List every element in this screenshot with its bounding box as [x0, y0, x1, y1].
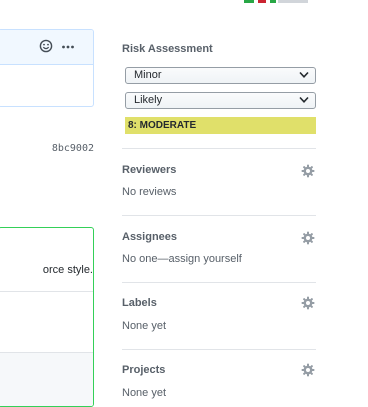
impact-select[interactable]: Minor	[125, 67, 316, 84]
gear-icon[interactable]	[301, 231, 315, 245]
chevron-down-icon	[299, 96, 309, 103]
divider	[122, 148, 316, 149]
likelihood-select-value: Likely	[134, 94, 163, 106]
gear-icon[interactable]	[301, 363, 315, 377]
comment-box	[0, 29, 94, 107]
labels-title[interactable]: Labels	[122, 297, 316, 309]
merge-box-text: orce style.	[42, 264, 93, 276]
emoji-reaction-icon[interactable]	[39, 39, 53, 53]
assignees-title[interactable]: Assignees	[122, 231, 316, 243]
gear-icon[interactable]	[301, 296, 315, 310]
reviewers-title[interactable]: Reviewers	[122, 164, 316, 176]
gear-icon[interactable]	[301, 164, 315, 178]
likelihood-select[interactable]: Likely	[125, 92, 316, 109]
risk-level-badge: 8: MODERATE	[125, 117, 316, 134]
chevron-down-icon	[299, 71, 309, 78]
divider	[122, 215, 316, 216]
divider	[122, 282, 316, 283]
reviewers-value: No reviews	[122, 186, 177, 198]
merge-box: orce style.	[0, 227, 94, 407]
kebab-horizontal-icon[interactable]	[61, 40, 75, 54]
comment-header	[0, 30, 93, 65]
projects-title[interactable]: Projects	[122, 364, 316, 376]
labels-value: None yet	[122, 320, 167, 332]
diffstat-bar	[244, 0, 314, 3]
merge-box-footer	[0, 352, 93, 406]
impact-select-value: Minor	[134, 69, 162, 81]
commit-sha[interactable]: 8bc9002	[50, 143, 94, 154]
divider	[0, 291, 93, 292]
projects-value: None yet	[122, 387, 167, 399]
risk-assessment-title: Risk Assessment	[122, 43, 213, 55]
assignees-value[interactable]: No one—assign yourself	[122, 253, 316, 265]
divider	[122, 349, 316, 350]
